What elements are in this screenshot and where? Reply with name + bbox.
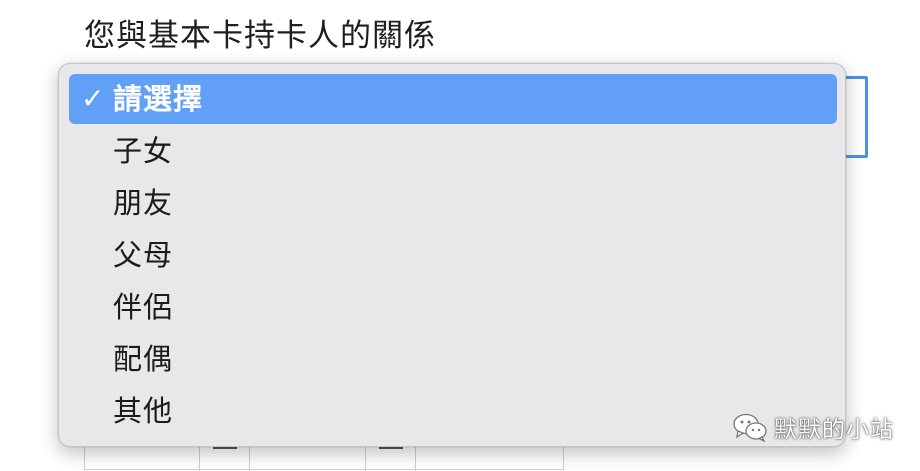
option-label: 伴侶 bbox=[113, 290, 174, 324]
option-label: 配偶 bbox=[113, 342, 174, 376]
option-label: 子女 bbox=[113, 134, 174, 168]
option-friend[interactable]: 朋友 bbox=[69, 178, 837, 228]
option-label: 其他 bbox=[113, 394, 174, 428]
option-partner[interactable]: 伴侶 bbox=[69, 282, 837, 332]
option-label: 請選擇 bbox=[113, 82, 204, 116]
checkmark-icon: ✓ bbox=[81, 82, 106, 115]
option-label: 父母 bbox=[113, 238, 174, 272]
option-please-select[interactable]: ✓ 請選擇 bbox=[69, 74, 837, 124]
watermark-text: 默默的小站 bbox=[774, 417, 894, 443]
option-child[interactable]: 子女 bbox=[69, 126, 837, 176]
option-parent[interactable]: 父母 bbox=[69, 230, 837, 280]
wechat-icon bbox=[733, 413, 767, 442]
option-spouse[interactable]: 配偶 bbox=[69, 334, 837, 384]
field-label-relationship: 您與基本卡持卡人的關係 bbox=[84, 18, 436, 54]
option-label: 朋友 bbox=[113, 186, 174, 220]
watermark: 默默的小站 bbox=[732, 410, 894, 444]
relationship-dropdown-menu: ✓ 請選擇 子女 朋友 父母 伴侶 配偶 其他 bbox=[58, 63, 846, 447]
option-other[interactable]: 其他 bbox=[69, 386, 837, 436]
